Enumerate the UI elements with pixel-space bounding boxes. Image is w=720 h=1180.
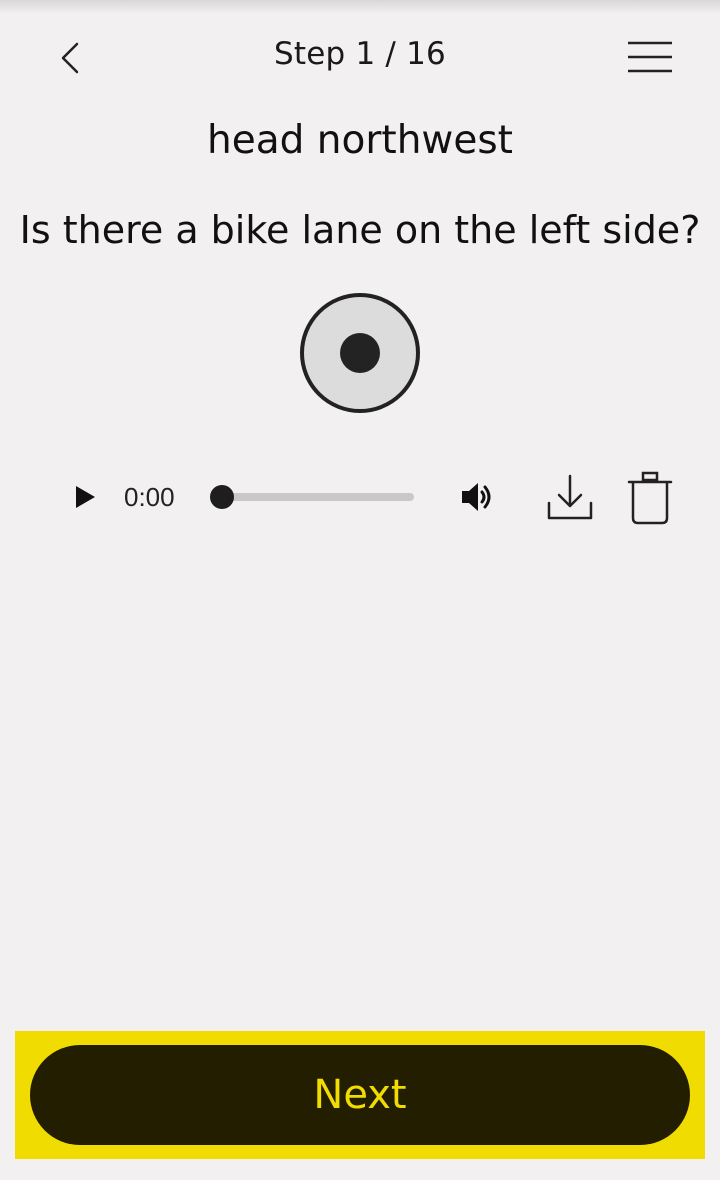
footer-bar: Next (15, 1031, 705, 1159)
download-button[interactable] (544, 472, 596, 524)
download-icon (547, 474, 593, 520)
trash-icon (627, 471, 673, 525)
seek-bar[interactable] (222, 493, 414, 501)
next-button[interactable]: Next (30, 1045, 690, 1145)
record-icon (340, 333, 380, 373)
step-title: Step 1 / 16 (274, 36, 446, 72)
seek-thumb[interactable] (210, 485, 234, 509)
direction-text: head northwest (207, 118, 513, 163)
audio-player: 0:00 (0, 460, 720, 540)
app-screen: Step 1 / 16 head northwest Is there a bi… (0, 0, 720, 1180)
play-icon (76, 486, 95, 508)
hamburger-menu-icon (628, 41, 672, 73)
delete-button[interactable] (624, 470, 676, 526)
question-text: Is there a bike lane on the left side? (19, 208, 701, 252)
menu-button[interactable] (620, 32, 680, 82)
current-time: 0:00 (124, 482, 175, 512)
record-button[interactable] (300, 293, 420, 413)
volume-icon (462, 483, 491, 511)
volume-button[interactable] (458, 479, 498, 515)
header: Step 1 / 16 (0, 0, 720, 115)
play-button[interactable] (68, 480, 102, 514)
